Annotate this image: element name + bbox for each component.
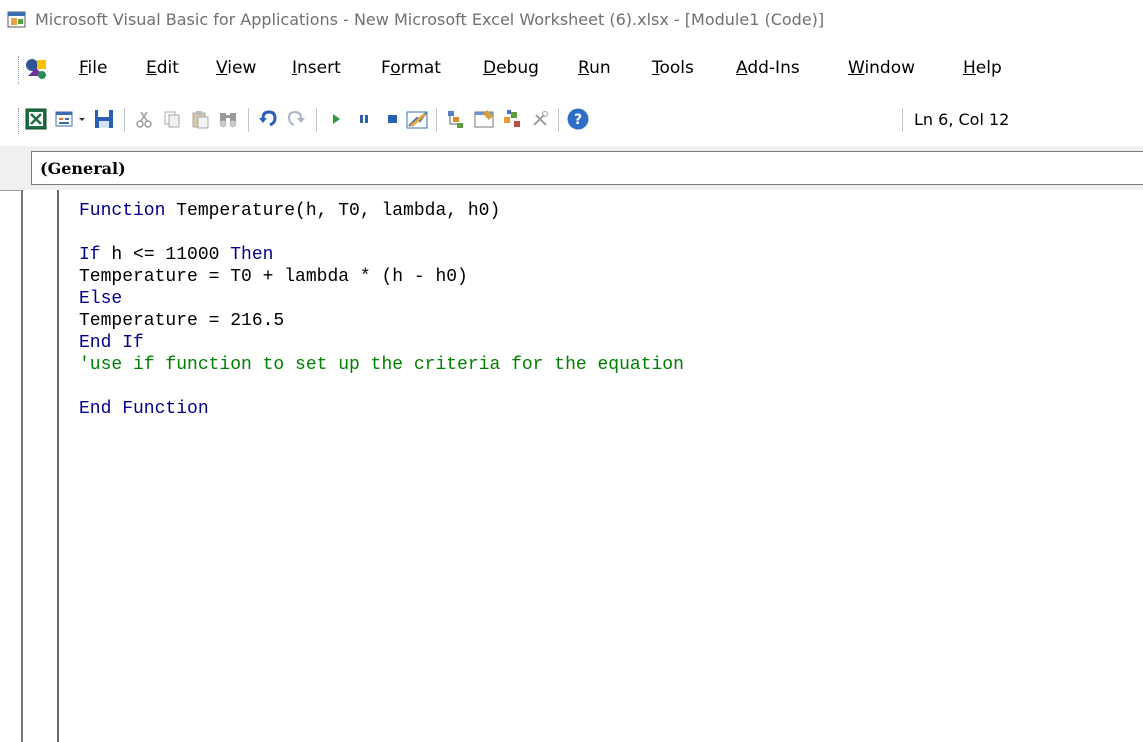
menu-debug[interactable]: Debug [483,58,539,78]
code-text: h <= 11000 [100,245,231,265]
toolbar-separator [248,108,249,132]
undo-icon[interactable] [256,107,280,131]
toolbar-separator [124,108,125,132]
cut-icon[interactable] [132,107,156,131]
save-icon[interactable] [92,107,116,131]
insert-userform-icon[interactable] [52,107,76,131]
help-icon[interactable]: ? [566,107,590,131]
view-excel-icon[interactable] [24,107,48,131]
code-line[interactable]: If h <= 11000 Then [79,244,273,266]
design-mode-icon[interactable] [405,107,429,131]
menu-help[interactable]: Help [963,58,1002,78]
copy-icon[interactable] [160,107,184,131]
menu-label: Edit [146,58,179,78]
menu-tools[interactable]: Tools [652,58,694,78]
menu-add-ins[interactable]: Add-Ins [736,58,800,78]
menu-label: View [216,58,257,78]
project-explorer-icon[interactable] [444,107,468,131]
menu-edit[interactable]: Edit [146,58,179,78]
code-text: Temperature = T0 + lambda * (h - h0) [79,267,468,287]
toolbox-icon[interactable] [528,107,552,131]
run-icon[interactable] [324,107,348,131]
object-combobox-value: (General) [40,159,126,178]
find-icon[interactable] [216,107,240,131]
menu-label: Debug [483,58,539,78]
menu-view[interactable]: View [216,58,256,78]
object-combobox[interactable] [31,151,1143,185]
redo-icon[interactable] [284,107,308,131]
code-line[interactable]: End If [79,332,144,354]
code-comment: 'use if function to set up the criteria … [79,355,684,375]
menu-label: Help [963,58,1002,78]
code-line[interactable]: 'use if function to set up the criteria … [79,354,684,376]
code-line[interactable]: Temperature = 216.5 [79,310,284,332]
paste-icon[interactable] [188,107,212,131]
code-keyword: End Function [79,399,209,419]
code-line[interactable]: Function Temperature(h, T0, lambda, h0) [79,200,500,222]
menu-label: Tools [652,58,694,78]
toolbar-separator [558,108,559,132]
menu-run[interactable]: Run [578,58,611,78]
reset-icon[interactable] [380,107,404,131]
menu-label: File [79,58,108,78]
properties-window-icon[interactable] [472,107,496,131]
menu-label: Add-Ins [736,58,800,78]
menu-label: Insert [292,58,341,78]
code-window-border [21,190,23,742]
toolbar-separator [316,108,317,132]
code-keyword: If [79,245,101,265]
toolbar-grip[interactable] [18,108,22,134]
menu-format[interactable]: Format [381,58,441,78]
menu-label: Window [848,58,916,78]
window-title: Microsoft Visual Basic for Applications … [35,10,825,29]
code-line[interactable]: End Function [79,398,209,420]
menu-insert[interactable]: Insert [292,58,341,78]
code-keyword: End If [79,333,144,353]
toolbar-separator [436,108,437,132]
vba-menu-icon[interactable] [23,56,49,82]
code-keyword: Else [79,289,123,309]
svg-text:?: ? [574,112,582,128]
menu-file[interactable]: File [79,58,107,78]
object-browser-icon[interactable] [500,107,524,131]
cursor-position: Ln 6, Col 12 [914,110,1010,129]
code-keyword: Function [79,201,166,221]
code-keyword: Then [230,245,274,265]
toolbar-separator [902,108,903,132]
code-text: Temperature(h, T0, lambda, h0) [165,201,501,221]
code-text: Temperature = 216.5 [79,311,285,331]
code-line[interactable]: Else [79,288,122,310]
dropdown-arrow-icon[interactable] [76,107,88,131]
vba-app-icon [7,11,26,28]
menu-window[interactable]: Window [848,58,915,78]
code-margin-indicator-bar[interactable] [57,190,59,742]
title-bar: Microsoft Visual Basic for Applications … [0,0,1143,42]
menubar-grip[interactable] [18,56,22,84]
menu-label: Format [381,58,441,78]
code-line[interactable]: Temperature = T0 + lambda * (h - h0) [79,266,468,288]
break-icon[interactable] [352,107,376,131]
menu-label: Run [578,58,611,78]
